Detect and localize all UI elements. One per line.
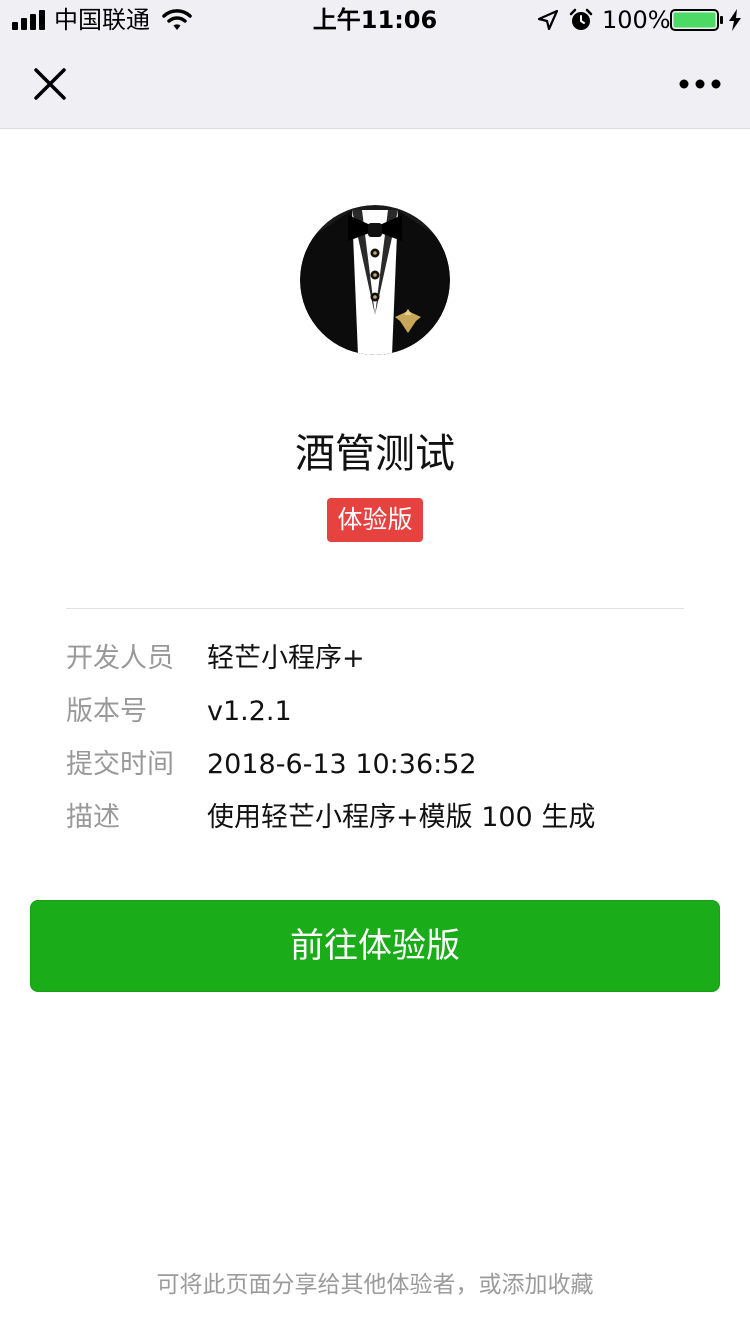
info-value: 使用轻芒小程序+模版 100 生成: [207, 802, 596, 833]
version-badge: 体验版: [327, 498, 423, 542]
info-label: 提交时间: [66, 749, 174, 780]
nav-bar: [0, 40, 750, 129]
info-row-version: 版本号 v1.2.1: [66, 694, 706, 730]
info-value: 轻芒小程序+: [207, 643, 365, 674]
charging-icon: [729, 9, 741, 31]
more-icon[interactable]: [672, 66, 728, 102]
battery-level-fill: [673, 12, 716, 28]
alarm-icon: [569, 8, 593, 30]
app-avatar: [300, 205, 450, 355]
info-value: v1.2.1: [207, 696, 292, 727]
battery-icon: [670, 9, 723, 31]
tuxedo-avatar: [300, 205, 450, 355]
battery-percent: 100%: [602, 6, 671, 34]
info-row-submit-time: 提交时间 2018-6-13 10:36:52: [66, 747, 706, 783]
info-row-description: 描述 使用轻芒小程序+模版 100 生成: [66, 800, 706, 836]
app-name: 酒管测试: [295, 431, 455, 477]
share-hint: 可将此页面分享给其他体验者，或添加收藏: [156, 1272, 594, 1298]
divider: [66, 608, 684, 609]
info-value: 2018-6-13 10:36:52: [207, 749, 477, 780]
info-label: 描述: [66, 802, 120, 833]
info-label: 版本号: [66, 696, 147, 727]
info-label: 开发人员: [66, 643, 174, 674]
location-icon: [537, 9, 559, 31]
open-trial-version-button[interactable]: 前往体验版: [30, 900, 720, 992]
status-bar: 中国联通 上午11:06 100%: [0, 0, 750, 40]
info-row-developer: 开发人员 轻芒小程序+: [66, 641, 706, 677]
close-icon[interactable]: [26, 60, 74, 108]
